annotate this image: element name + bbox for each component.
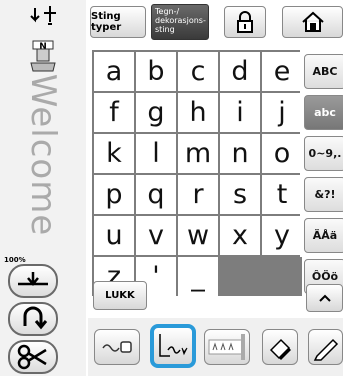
pattern-preview-icon (208, 334, 245, 360)
char-decorative-tab[interactable]: Tegn-/ dekorasjons- sting (151, 4, 209, 40)
needle-threader-icon (20, 2, 64, 32)
eraser-icon (269, 338, 291, 360)
bottom-toolbar (88, 318, 343, 376)
char-key[interactable]: v (136, 216, 176, 255)
scissors-icon (17, 344, 47, 370)
zoom-label: 100% (4, 256, 26, 264)
edit-button[interactable] (308, 329, 343, 365)
char-key[interactable]: g (136, 93, 176, 132)
char-key[interactable]: f (94, 93, 134, 132)
category-symbols[interactable]: &?! (304, 177, 343, 212)
char-key[interactable]: p (94, 175, 134, 214)
home-icon (301, 11, 324, 32)
pencil-icon (313, 338, 339, 361)
char-key[interactable]: q (136, 175, 176, 214)
char-key[interactable]: x (220, 216, 260, 255)
char-key[interactable]: w (178, 216, 218, 255)
category-accented-upper[interactable]: ÄÅä (304, 218, 343, 253)
char-key[interactable]: u (94, 216, 134, 255)
empty-key (220, 257, 260, 296)
char-key[interactable]: k (94, 134, 134, 173)
char-key[interactable]: c (178, 52, 218, 91)
reverse-stitch-icon (23, 306, 48, 330)
stitch-types-tab[interactable]: Sting typer (90, 6, 146, 38)
pattern-preview-button[interactable] (204, 329, 250, 365)
lock-icon (237, 11, 253, 33)
char-key[interactable]: r (178, 175, 218, 214)
thread-cutter-button[interactable] (8, 340, 58, 374)
char-key[interactable]: d (220, 52, 260, 91)
needle-position-button[interactable] (8, 264, 58, 298)
bobbin-button[interactable] (94, 329, 140, 365)
reverse-stitch-button[interactable] (8, 302, 58, 336)
empty-key (262, 257, 302, 296)
char-key[interactable]: b (136, 52, 176, 91)
eraser-button[interactable] (262, 329, 298, 365)
close-button-label: LUKK (105, 290, 135, 301)
home-button[interactable] (282, 6, 343, 38)
char-key[interactable]: m (178, 134, 218, 173)
char-decorative-label: Tegn-/ dekorasjons- sting (155, 7, 206, 34)
char-key[interactable]: n (220, 134, 260, 173)
bobbin-icon (102, 341, 132, 353)
stitch-types-label: Sting typer (91, 11, 122, 33)
welcome-text: Welcome (23, 73, 63, 237)
needle-position-icon (18, 272, 48, 286)
lock-button[interactable] (224, 6, 266, 38)
left-sidebar: N Welcome 100% (0, 0, 86, 376)
close-button[interactable]: LUKK (93, 281, 147, 310)
stitch-pattern-button[interactable] (150, 324, 196, 368)
category-column: ABC abc 0~9,. &?! ÄÅä ÔÖö (304, 54, 343, 294)
char-key[interactable]: o (262, 134, 302, 173)
char-key[interactable]: i (220, 93, 260, 132)
char-key[interactable]: j (262, 93, 302, 132)
char-key[interactable]: e (262, 52, 302, 91)
char-key[interactable]: _ (178, 257, 218, 296)
category-uppercase[interactable]: ABC (304, 54, 343, 89)
category-lowercase[interactable]: abc (304, 95, 343, 130)
chevron-up-icon (318, 294, 331, 302)
category-numbers[interactable]: 0~9,. (304, 136, 343, 171)
char-key[interactable]: h (178, 93, 218, 132)
char-key[interactable]: t (262, 175, 302, 214)
char-key[interactable]: y (262, 216, 302, 255)
character-keyboard: a b c d e f g h i j k l m n o p q r s t … (92, 50, 302, 296)
scroll-up-button[interactable] (306, 284, 343, 312)
char-key[interactable]: a (94, 52, 134, 91)
char-key[interactable]: s (220, 175, 260, 214)
char-key[interactable]: l (136, 134, 176, 173)
decorative-stitch-icon (159, 334, 188, 357)
